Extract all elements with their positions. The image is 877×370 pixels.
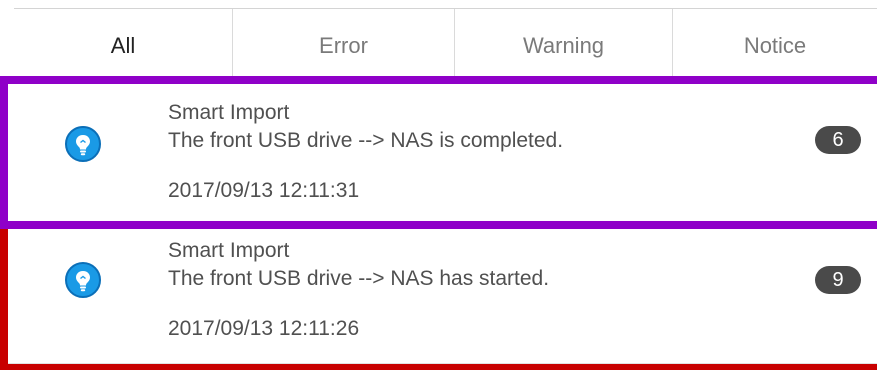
tab-all[interactable]: All <box>14 9 233 83</box>
notification-item[interactable]: Smart Import The front USB drive --> NAS… <box>0 76 877 229</box>
count-badge: 6 <box>815 126 861 154</box>
tab-error[interactable]: Error <box>233 9 455 83</box>
tab-notice[interactable]: Notice <box>673 9 877 83</box>
lightbulb-icon <box>65 126 101 162</box>
divider <box>8 363 877 364</box>
notification-message: The front USB drive --> NAS is completed… <box>168 129 564 152</box>
notification-timestamp: 2017/09/13 12:11:31 <box>168 179 360 202</box>
notification-timestamp: 2017/09/13 12:11:26 <box>168 317 360 340</box>
notification-item[interactable]: Smart Import The front USB drive --> NAS… <box>0 229 877 370</box>
lightbulb-icon <box>65 262 101 298</box>
count-badge: 9 <box>815 266 861 294</box>
notification-title: Smart Import <box>168 101 290 124</box>
tab-warning[interactable]: Warning <box>455 9 673 83</box>
notification-filter-tabs: All Error Warning Notice <box>14 8 877 83</box>
notification-message: The front USB drive --> NAS has started. <box>168 267 550 290</box>
notification-title: Smart Import <box>168 239 290 262</box>
